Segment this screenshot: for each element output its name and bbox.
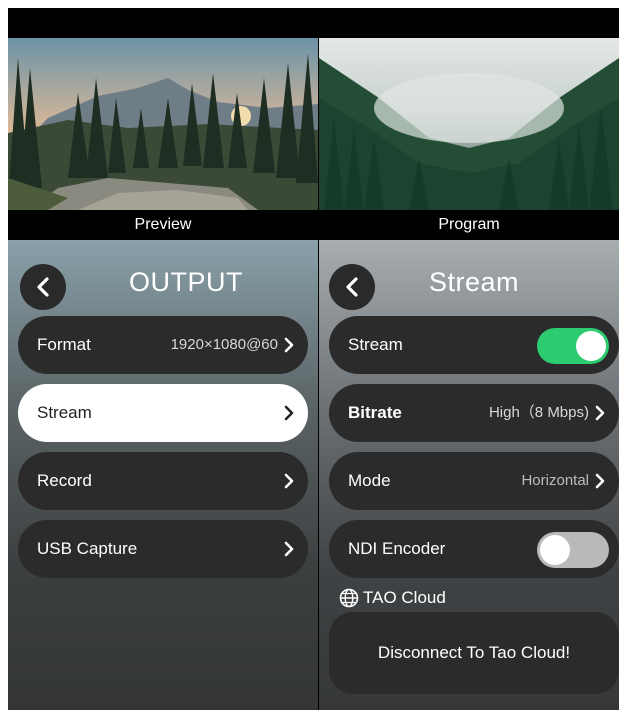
chevron-right-icon bbox=[284, 337, 294, 353]
bitrate-value: High（8 Mbps) bbox=[488, 404, 589, 421]
chevron-right-icon bbox=[595, 473, 605, 489]
stream-title: Stream bbox=[428, 267, 520, 297]
menu-item-label: Format bbox=[37, 335, 91, 354]
chevron-right-icon bbox=[284, 473, 294, 489]
stream-panel: Stream Stream Bitrate High（8 Mbps) Mode … bbox=[319, 240, 619, 710]
top-bar bbox=[8, 8, 619, 38]
globe-icon bbox=[339, 588, 359, 608]
chevron-right-icon bbox=[595, 405, 605, 421]
stream-toggle[interactable] bbox=[537, 328, 609, 364]
format-value: 1920×1080@60 bbox=[170, 336, 278, 353]
menu-item-format[interactable]: Format 1920×1080@60 bbox=[18, 316, 308, 374]
ndi-encoder-label: NDI Encoder bbox=[348, 539, 446, 558]
output-panel: OUTPUT Format 1920×1080@60 Stream Record… bbox=[8, 240, 318, 710]
ndi-encoder-row: NDI Encoder bbox=[329, 520, 619, 578]
menu-item-label: USB Capture bbox=[37, 539, 138, 558]
output-header: OUTPUT bbox=[8, 240, 318, 324]
menu-item-label: Stream bbox=[37, 403, 92, 422]
bitrate-label: Bitrate bbox=[348, 403, 402, 422]
output-title: OUTPUT bbox=[129, 267, 243, 297]
preview-label: Preview bbox=[8, 210, 318, 240]
device-screen: Preview Program OUTPUT Format 1920×1080@… bbox=[8, 8, 619, 710]
menu-item-usb-capture[interactable]: USB Capture bbox=[18, 520, 308, 578]
toggle-knob bbox=[540, 535, 570, 565]
menu-item-bitrate[interactable]: Bitrate High（8 Mbps) bbox=[329, 384, 619, 442]
stream-toggle-label: Stream bbox=[348, 335, 403, 354]
mode-value: Horizontal bbox=[521, 472, 589, 489]
chevron-right-icon bbox=[284, 405, 294, 421]
ndi-encoder-toggle[interactable] bbox=[537, 532, 609, 568]
tao-cloud-label: TAO Cloud bbox=[363, 588, 446, 607]
menu-item-mode[interactable]: Mode Horizontal bbox=[329, 452, 619, 510]
toggle-knob bbox=[576, 331, 606, 361]
menu-item-record[interactable]: Record bbox=[18, 452, 308, 510]
menu-item-label: Record bbox=[37, 471, 92, 490]
preview-video bbox=[8, 38, 318, 210]
stream-header: Stream bbox=[319, 240, 619, 324]
program-video bbox=[319, 38, 619, 210]
disconnect-tao-cloud-button[interactable]: Disconnect To Tao Cloud! bbox=[329, 612, 619, 694]
mode-label: Mode bbox=[348, 471, 391, 490]
menu-item-stream[interactable]: Stream bbox=[18, 384, 308, 442]
program-label: Program bbox=[319, 210, 619, 240]
chevron-right-icon bbox=[284, 541, 294, 557]
tao-cloud-heading: TAO Cloud bbox=[339, 588, 446, 608]
stream-toggle-row: Stream bbox=[329, 316, 619, 374]
